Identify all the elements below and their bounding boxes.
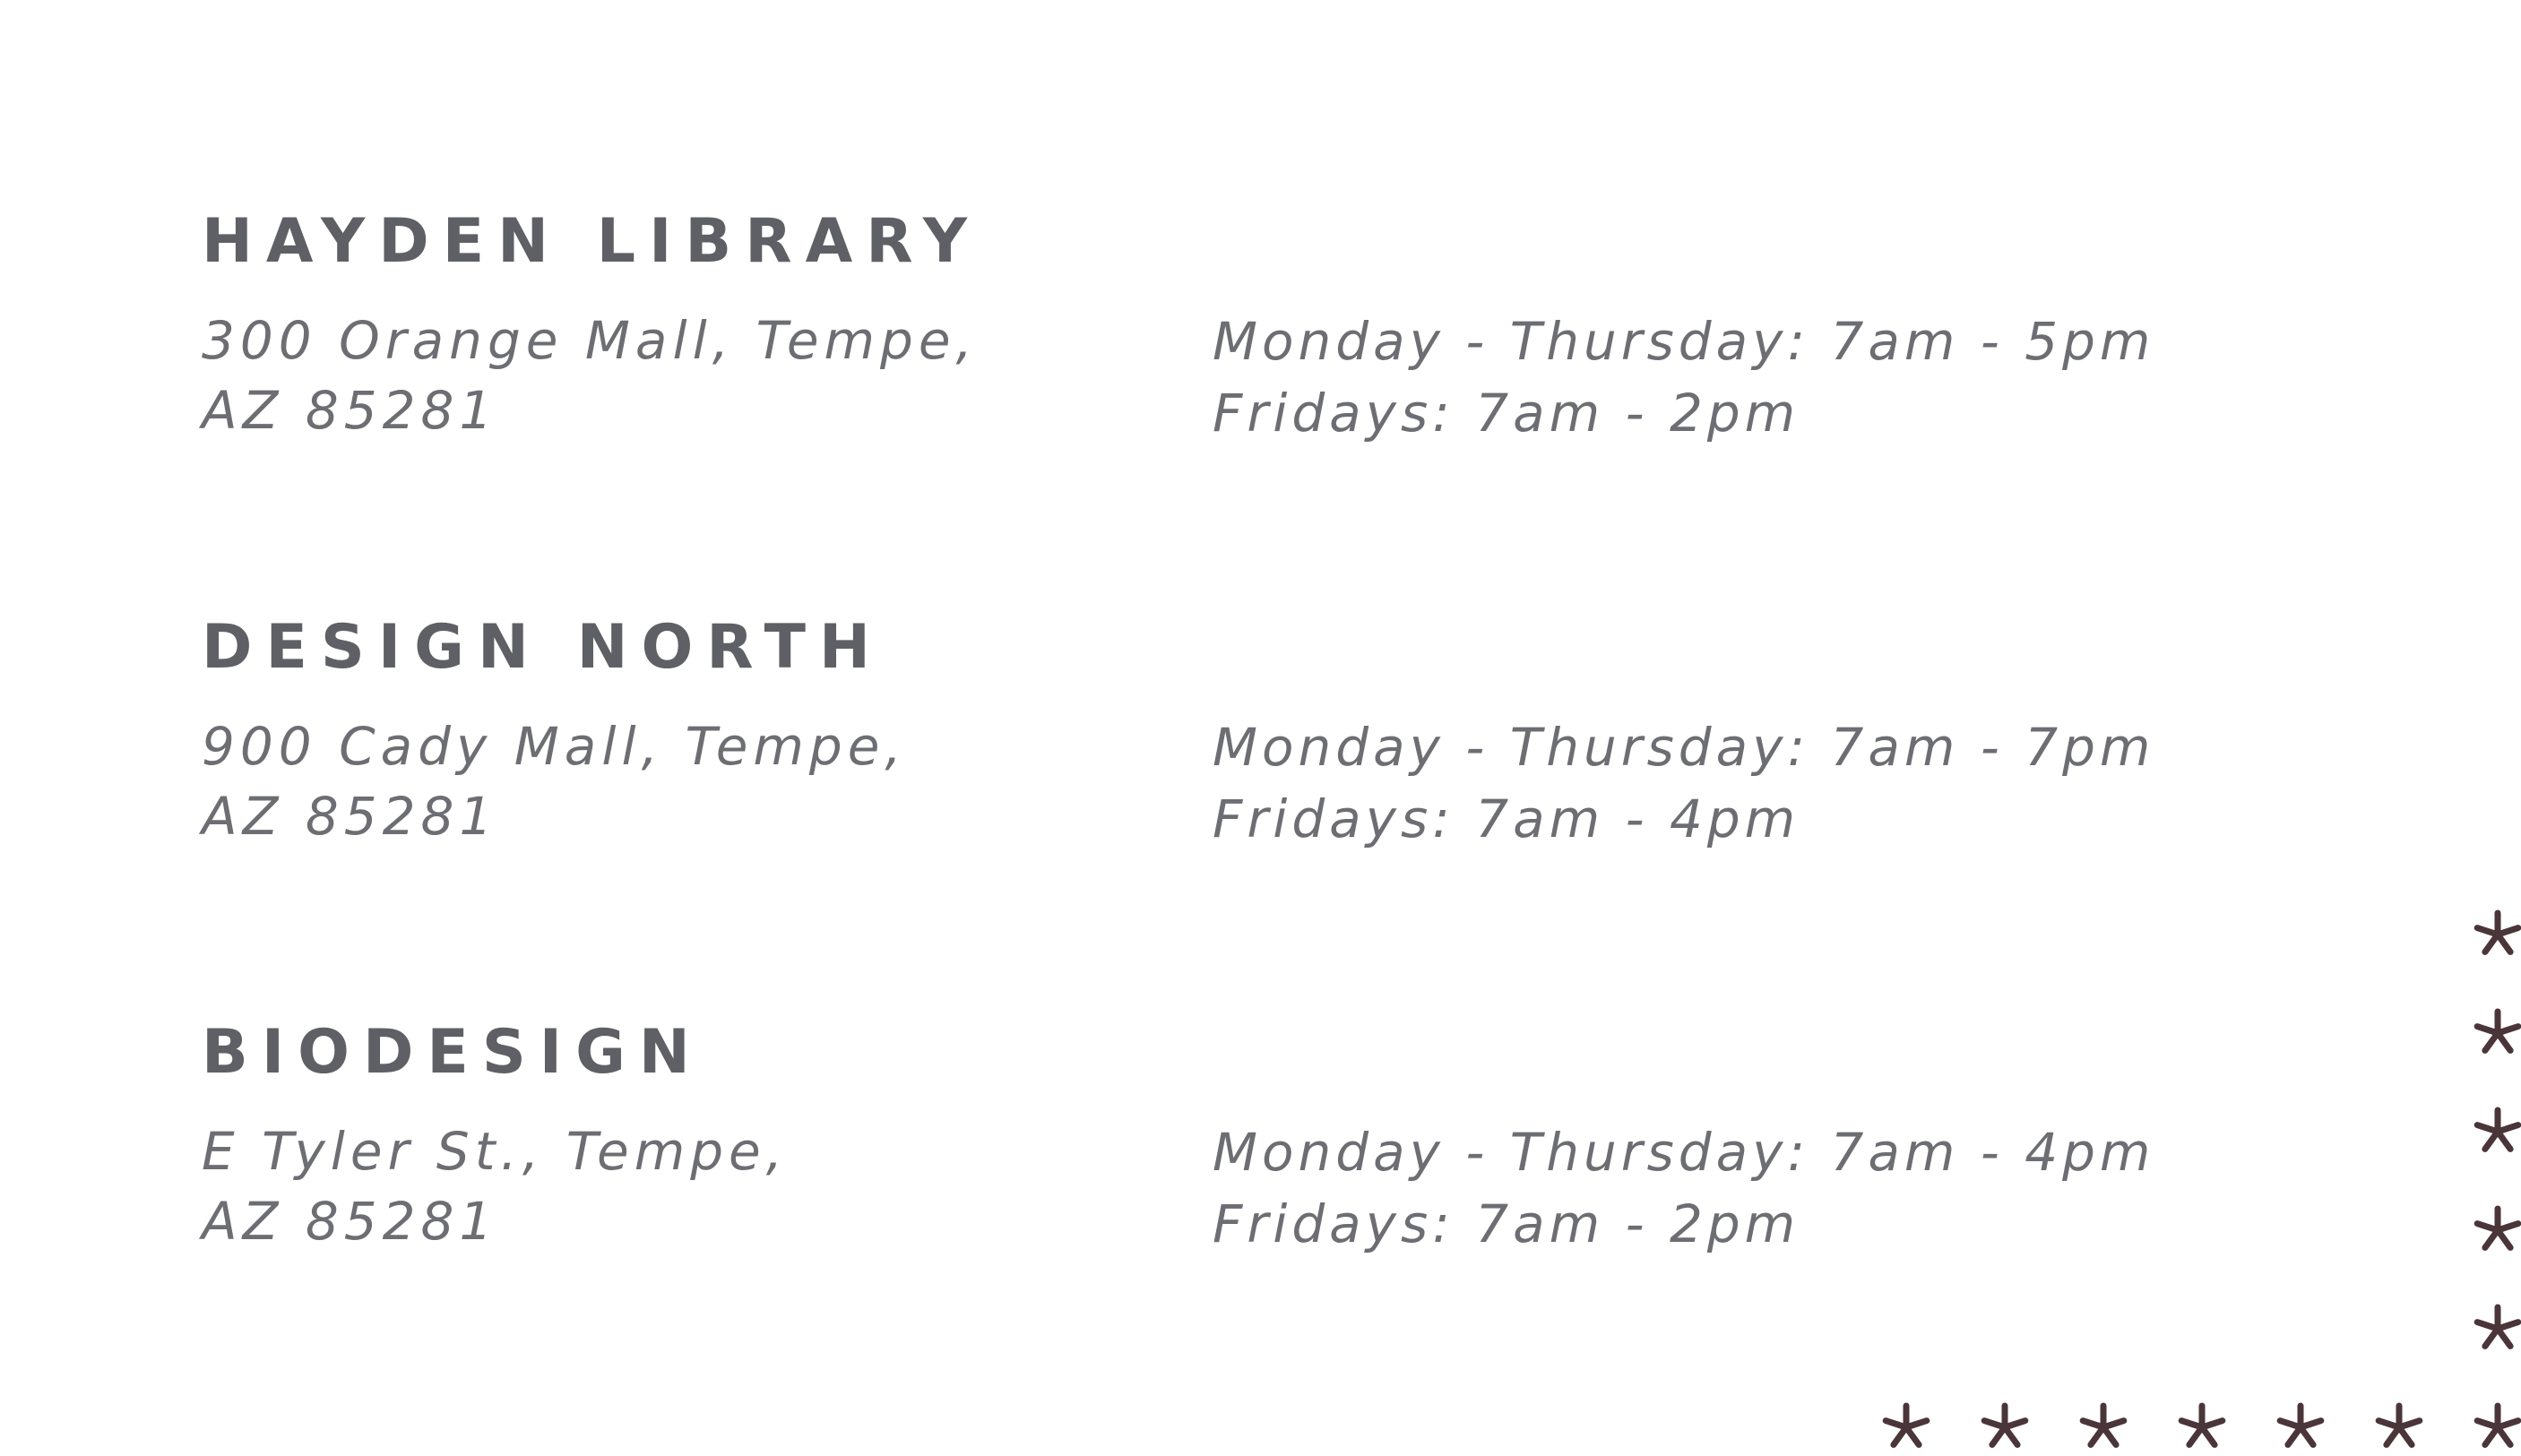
location-name: BIODESIGN [202,1017,704,1088]
asterisk-icon [2079,1402,2128,1448]
location-address: E Tyler St., Tempe, AZ 85281 [202,1116,1143,1256]
asterisk-icon [2474,1107,2521,1152]
asterisk-icon [2178,1402,2226,1448]
address-line-2: AZ 85281 [202,1191,498,1252]
asterisk-icon [2375,1402,2423,1448]
asterisk-icon [2276,1402,2325,1448]
location-design-north: DESIGN NORTH 900 Cady Mall, Tempe, AZ 85… [202,607,2263,876]
asterisk-icon [2474,1304,2521,1349]
location-name: DESIGN NORTH [202,612,884,683]
location-biodesign: BIODESIGN E Tyler St., Tempe, AZ 85281 M… [202,1012,2263,1281]
location-hours: Monday - Thursday: 7am - 5pm Fridays: 7a… [1213,306,2261,449]
location-hayden-library: HAYDEN LIBRARY 300 Orange Mall, Tempe, A… [202,202,2263,470]
address-line-2: AZ 85281 [202,786,498,847]
asterisk-icon [1882,1402,1930,1448]
asterisk-icon [2474,1402,2521,1448]
address-line-1: 300 Orange Mall, Tempe, [202,310,978,371]
hours-line-2: Fridays: 7am - 4pm [1213,788,1800,849]
hours-line-1: Monday - Thursday: 7am - 4pm [1213,1122,2155,1183]
address-line-1: E Tyler St., Tempe, [202,1121,789,1182]
asterisk-icon [1981,1402,2029,1448]
hours-line-2: Fridays: 7am - 2pm [1213,1193,1800,1254]
asterisk-icon [2474,1008,2521,1054]
hours-line-1: Monday - Thursday: 7am - 5pm [1213,311,2155,372]
location-hours: Monday - Thursday: 7am - 4pm Fridays: 7a… [1213,1116,2261,1260]
location-address: 900 Cady Mall, Tempe, AZ 85281 [202,711,1143,851]
hours-line-2: Fridays: 7am - 2pm [1213,383,1800,444]
hours-line-1: Monday - Thursday: 7am - 7pm [1213,717,2155,778]
asterisk-icon [2474,909,2521,955]
address-line-2: AZ 85281 [202,380,498,441]
location-address: 300 Orange Mall, Tempe, AZ 85281 [202,306,1143,445]
location-hours: Monday - Thursday: 7am - 7pm Fridays: 7a… [1213,711,2261,855]
address-line-1: 900 Cady Mall, Tempe, [202,716,907,777]
location-name: HAYDEN LIBRARY [202,206,981,277]
asterisk-icon [2474,1205,2521,1251]
